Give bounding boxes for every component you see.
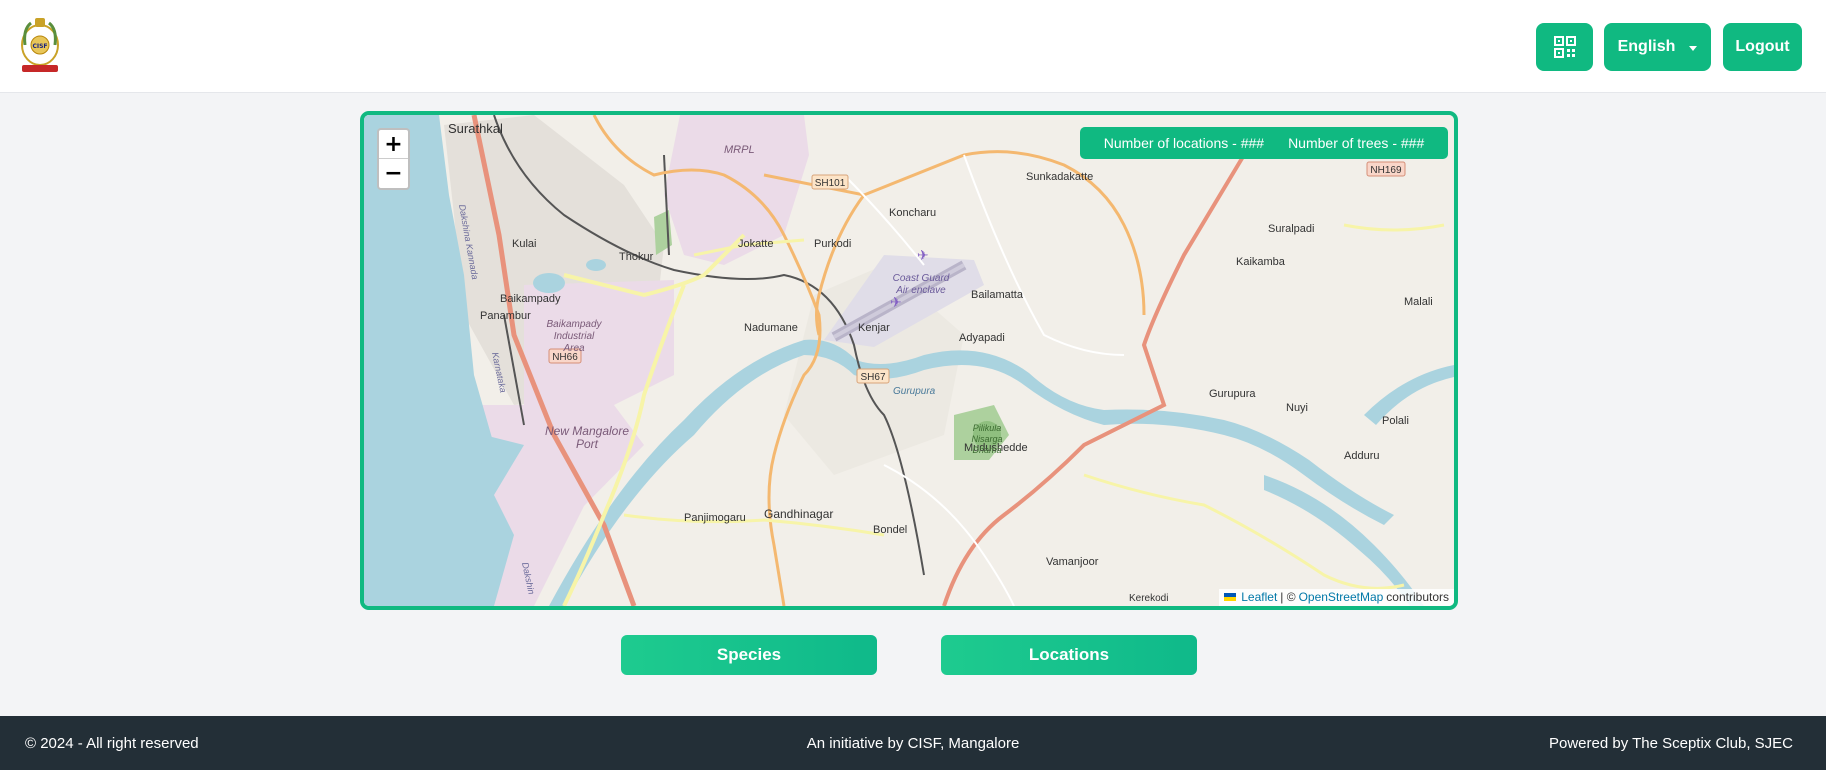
top-header: CISF English Logout [0,0,1826,93]
place-label: Suralpadi [1268,223,1314,235]
place-label: Purkodi [814,238,851,250]
place-label: Port [576,437,599,451]
place-label: Malali [1404,296,1433,308]
place-label: Bailamatta [971,289,1024,301]
road-shield-sh101: SH101 [811,174,849,190]
language-label: English [1617,38,1676,55]
page-footer: © 2024 - All right reserved An initiativ… [0,716,1826,770]
language-select[interactable]: English [1604,23,1711,71]
place-label: Nadumane [744,322,798,334]
map-tiles[interactable]: ✈ ✈ SH101 NH169 NH66 SH67 Surathkal MRPL… [364,115,1454,606]
airport-icon: ✈ [890,294,902,310]
place-label: Kenjar [858,322,890,334]
place-label: Koncharu [889,207,936,219]
place-label: New Mangalore [545,424,629,438]
svg-text:SH67: SH67 [860,372,885,383]
powered-by-text: Powered by The Sceptix Club, SJEC [1548,735,1793,752]
map-stats-badge: Number of locations - ### Number of tree… [1080,127,1448,159]
place-label: Nisarga [971,434,1002,444]
place-label: Panjimogaru [684,512,746,524]
trees-count: Number of trees - ### [1288,135,1425,151]
airport-icon: ✈ [917,247,929,263]
place-label: Nuyi [1286,402,1308,414]
place-label: Baikampady [500,293,561,305]
place-label: Gurupura [893,386,936,397]
place-label: Coast Guard [893,273,950,284]
place-label: Industrial [554,331,595,342]
attribution-separator: | © [1280,590,1296,604]
place-label: Thokur [619,251,654,263]
map-container[interactable]: ✈ ✈ SH101 NH169 NH66 SH67 Surathkal MRPL… [360,111,1458,610]
openstreetmap-link[interactable]: OpenStreetMap [1299,590,1384,604]
place-label: Area [562,343,585,354]
zoom-control: + − [377,128,410,190]
chevron-down-icon [1689,45,1698,51]
place-label: Pilikula [973,423,1002,433]
emblem-icon: CISF [21,18,59,72]
place-label: Kerekodi [1129,593,1168,604]
zoom-out-button[interactable]: − [379,159,408,188]
svg-text:NH169: NH169 [1370,165,1402,176]
place-label: Bondel [873,524,907,536]
place-label: Adduru [1344,450,1379,462]
ukraine-flag-icon [1224,593,1237,601]
place-label: Polali [1382,415,1409,427]
svg-text:SH101: SH101 [815,178,846,189]
place-label: Sunkadakatte [1026,171,1093,183]
locations-count: Number of locations - ### [1103,135,1265,151]
place-label: Adyapadi [959,332,1005,344]
cisf-logo[interactable]: CISF [17,15,63,77]
logout-button[interactable]: Logout [1723,23,1802,71]
place-label: Dhama [972,445,1001,455]
zoom-in-button[interactable]: + [379,130,408,159]
place-label: Gandhinagar [764,507,833,521]
place-label: Kulai [512,238,536,250]
road-shield-nh169: NH169 [1366,161,1406,177]
road-shield-sh67: SH67 [856,368,890,384]
place-label: Vamanjoor [1046,556,1099,568]
place-label: Panambur [480,310,531,322]
place-label: Air enclave [895,285,946,296]
svg-text:CISF: CISF [32,43,47,50]
qr-code-button[interactable] [1536,23,1593,71]
place-label: Gurupura [1209,388,1256,400]
leaflet-link[interactable]: Leaflet [1241,590,1277,604]
place-label: Kaikamba [1236,256,1286,268]
place-label: Baikampady [546,319,602,330]
place-label: Jokatte [738,238,773,250]
map-attribution: Leaflet | © OpenStreetMap contributors [1219,589,1454,606]
place-label: MRPL [724,144,755,156]
species-button[interactable]: Species [621,635,877,675]
attribution-suffix: contributors [1386,590,1449,604]
qr-code-icon [1553,36,1576,58]
locations-button[interactable]: Locations [941,635,1197,675]
place-label: Surathkal [448,121,503,136]
